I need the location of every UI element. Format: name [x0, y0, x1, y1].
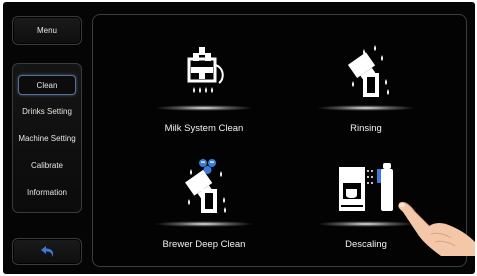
tile-label: Brewer Deep Clean — [162, 239, 246, 250]
tile-rinsing[interactable]: Rinsing — [296, 39, 436, 149]
tile-label: Milk System Clean — [164, 123, 244, 134]
tile-brewer-deep-clean[interactable]: Brewer Deep Clean — [134, 155, 274, 265]
tile-milk-system-clean[interactable]: Milk System Clean — [134, 39, 274, 149]
sidebar-item-drinks-setting[interactable]: Drinks Setting — [18, 102, 76, 122]
pointing-hand-icon — [398, 201, 475, 256]
back-arrow-icon — [41, 246, 54, 257]
tile-glow — [154, 105, 254, 111]
descaling-icon — [339, 163, 393, 211]
milk-system-icon — [187, 47, 224, 93]
tile-glow — [154, 221, 254, 227]
sidebar-item-clean[interactable]: Clean — [18, 75, 76, 95]
rinsing-icon — [347, 45, 389, 97]
sidebar-nav: Clean Drinks Setting Machine Setting Cal… — [12, 63, 82, 213]
menu-button[interactable]: Menu — [12, 16, 82, 45]
sidebar-item-calibrate[interactable]: Calibrate — [18, 156, 76, 176]
tile-glow — [316, 105, 416, 111]
sidebar-item-machine-setting[interactable]: Machine Setting — [18, 129, 76, 149]
back-button[interactable] — [12, 238, 82, 265]
sidebar-item-information[interactable]: Information — [18, 183, 76, 203]
brewer-deep-clean-icon — [185, 159, 226, 213]
tile-label: Rinsing — [350, 123, 382, 134]
